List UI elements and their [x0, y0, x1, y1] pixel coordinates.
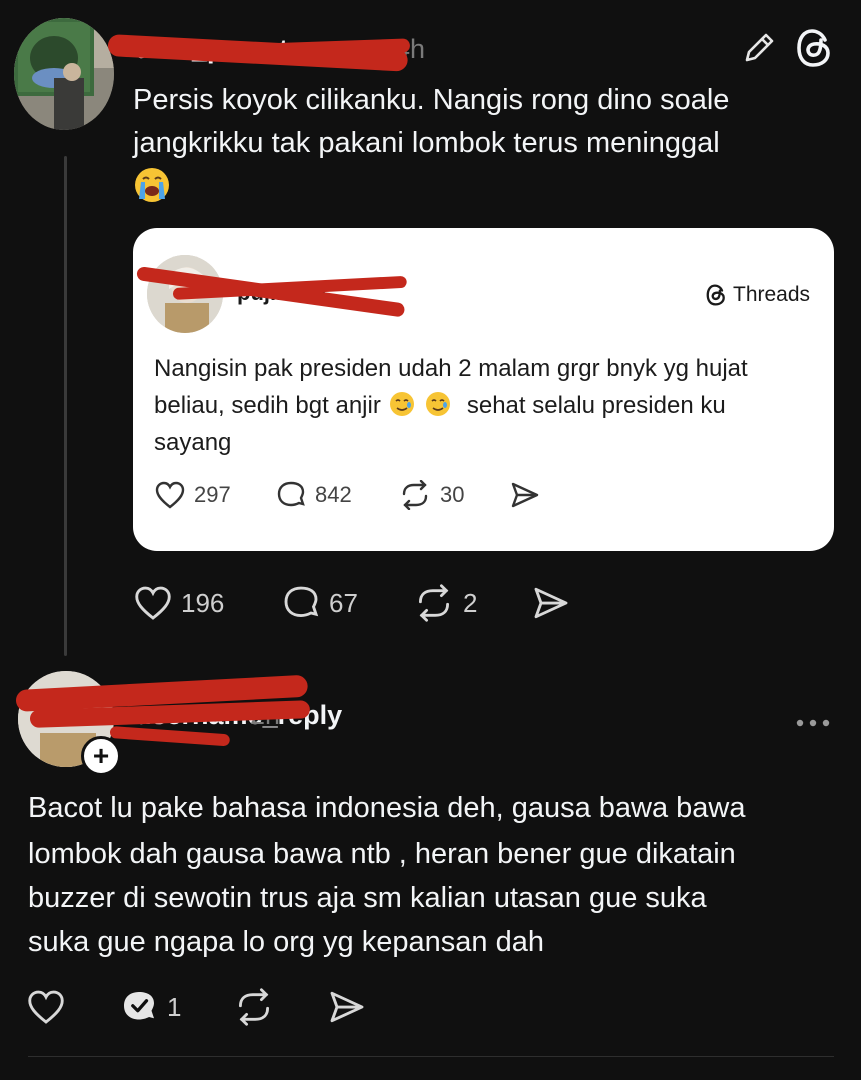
heart-icon	[135, 586, 171, 620]
crying-smile-emoji	[388, 392, 461, 419]
quoted-reply-button[interactable]: 842	[275, 480, 352, 510]
post-repost-count: 2	[463, 587, 478, 618]
post-divider	[28, 1056, 834, 1057]
repost-icon	[402, 480, 428, 510]
threads-logo-small-icon	[706, 284, 725, 306]
more-options-icon[interactable]	[796, 714, 832, 732]
comment-filled-check-icon	[124, 992, 154, 1020]
smiling-tear-icon	[389, 392, 414, 416]
follow-plus-button[interactable]: +	[81, 736, 121, 776]
quoted-text: Nangisin pak presiden udah 2 malam grgr …	[154, 350, 814, 461]
comment-icon	[284, 586, 319, 617]
reply-text-line-3: buzzer di sewotin trus aja sm kalian uta…	[28, 882, 707, 914]
reply-text-line-4: suka gue ngapa lo org yg kepansan dah	[28, 926, 544, 958]
quoted-text-line-3: sayang	[154, 429, 232, 456]
post-text-line-2: jangkrikku tak pakani lombok terus menin…	[133, 127, 720, 159]
heart-icon	[28, 990, 64, 1024]
post-reply-count: 67	[329, 587, 358, 618]
comment-icon	[277, 481, 305, 507]
share-icon	[330, 991, 364, 1023]
threads-badge: Threads	[705, 283, 810, 307]
heart-icon	[155, 481, 185, 509]
threads-badge-label: Threads	[733, 283, 811, 306]
quoted-share-button[interactable]	[509, 480, 541, 510]
quoted-text-line-2: beliau, sedih bgt anjir sehat selalu pre…	[154, 387, 814, 424]
quoted-text-line-2b: sehat selalu presiden ku	[466, 392, 726, 419]
post-repost-button[interactable]: 2	[413, 584, 477, 622]
edit-pencil-icon[interactable]	[741, 30, 777, 71]
quoted-like-button[interactable]: 297	[154, 480, 231, 510]
reply-like-button[interactable]	[26, 988, 66, 1026]
reply-reply-button[interactable]: 1	[119, 988, 181, 1026]
reply-repost-button[interactable]	[233, 988, 275, 1026]
post-like-count: 196	[181, 587, 225, 618]
post-reply-button[interactable]: 67	[281, 584, 358, 622]
quoted-text-line-1: Nangisin pak presiden udah 2 malam grgr …	[154, 355, 748, 382]
quoted-reply-count: 842	[315, 482, 352, 507]
repost-icon	[238, 988, 270, 1026]
quoted-repost-count: 30	[440, 482, 465, 507]
avatar-image	[14, 18, 114, 130]
share-icon	[511, 482, 539, 508]
quoted-text-line-2a: beliau, sedih bgt anjir	[154, 392, 381, 419]
reply-text-line-1: Bacot lu pake bahasa indonesia deh, gaus…	[28, 792, 746, 824]
reply-text-line-2: lombok dah gausa bawa ntb , heran bener …	[28, 838, 736, 870]
quoted-post-card[interactable]: pujiliana Threads Nangisin pak presiden …	[133, 228, 834, 551]
share-icon	[534, 587, 568, 619]
smiling-tear-icon	[426, 392, 451, 416]
post-emoji	[133, 166, 171, 217]
reply-reply-count: 1	[167, 991, 182, 1022]
repost-icon	[418, 584, 450, 622]
plus-icon: +	[92, 740, 110, 771]
post-author-avatar[interactable]	[14, 18, 114, 130]
post-like-button[interactable]: 196	[133, 584, 224, 622]
post-text-line-1: Persis koyok cilikanku. Nangis rong dino…	[133, 84, 730, 116]
threads-logo-icon[interactable]	[795, 28, 833, 73]
post-share-button[interactable]	[531, 584, 571, 622]
loudly-crying-face-icon	[135, 168, 169, 202]
reply-share-button[interactable]	[327, 988, 367, 1026]
thread-connector-line	[64, 156, 67, 656]
quoted-like-count: 297	[194, 482, 231, 507]
quoted-repost-button[interactable]: 30	[398, 480, 464, 510]
